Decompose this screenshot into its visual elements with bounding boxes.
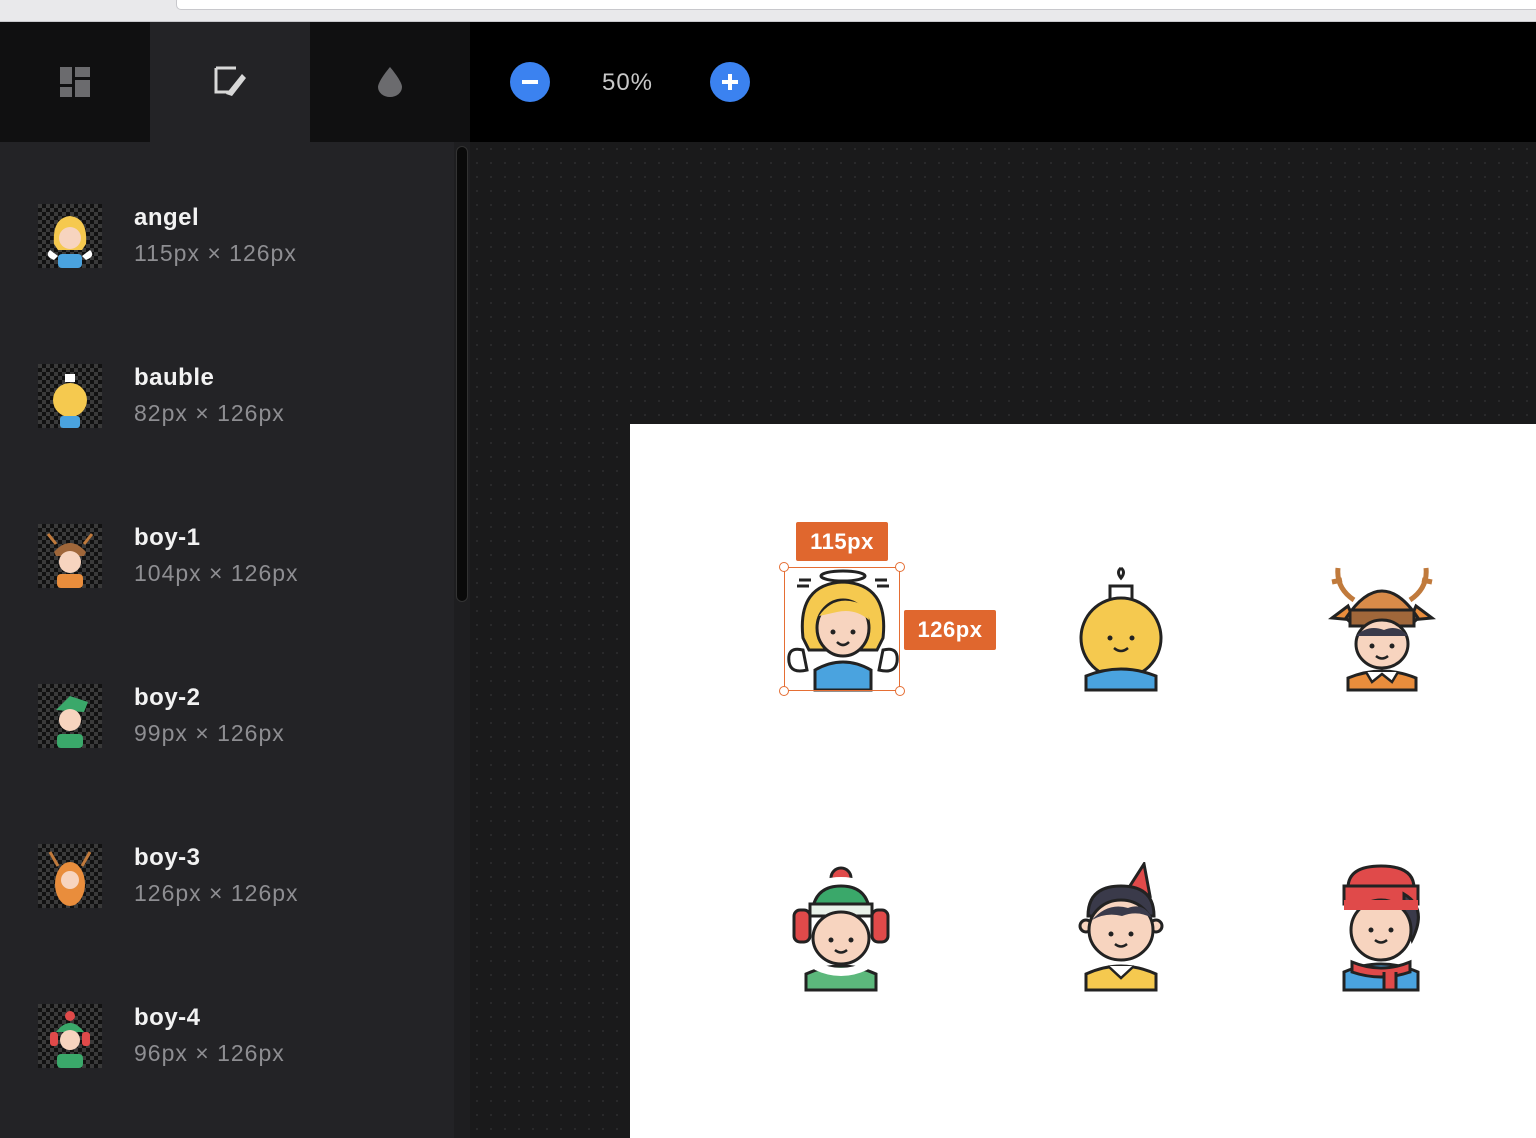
reindeer-costume-icon: [48, 851, 92, 906]
sprite-thumbnail: [38, 844, 102, 908]
artboard[interactable]: [630, 424, 1536, 1138]
party-hat-boy-sprite[interactable]: [1078, 862, 1164, 992]
sprite-size: 126px × 126px: [134, 880, 299, 906]
minus-icon: [522, 80, 538, 84]
width-label: 115px: [796, 522, 888, 561]
resize-handle[interactable]: [895, 562, 905, 572]
list-item[interactable]: angel 115px × 126px: [0, 156, 450, 316]
dashboard-icon: [60, 67, 90, 97]
sprite-name: boy-1: [134, 524, 201, 551]
browser-chrome: [0, 0, 1536, 22]
sprite-size: 99px × 126px: [134, 720, 285, 746]
elf-boy-icon: [56, 696, 88, 748]
list-item[interactable]: boy-1 104px × 126px: [0, 476, 450, 636]
panel-tabs: [0, 22, 470, 142]
height-label: 126px: [904, 610, 996, 650]
edit-icon: [214, 66, 246, 96]
resize-handle[interactable]: [779, 686, 789, 696]
winter-hat-boy-sprite[interactable]: [1338, 864, 1424, 992]
resize-handle[interactable]: [895, 686, 905, 696]
sprite-thumbnail: [38, 524, 102, 588]
bauble-icon: [53, 374, 87, 428]
bauble-sprite[interactable]: [1078, 566, 1164, 692]
zoom-in-button[interactable]: [710, 62, 750, 102]
sprite-size: 82px × 126px: [134, 400, 285, 426]
sprite-size: 115px × 126px: [134, 240, 297, 266]
sprite-name: boy-2: [134, 684, 201, 711]
address-bar[interactable]: [176, 0, 1536, 10]
selection-box[interactable]: [784, 567, 900, 691]
sprite-name: angel: [134, 204, 200, 231]
sprite-name: boy-4: [134, 1004, 201, 1031]
sprite-name: bauble: [134, 364, 215, 391]
angel-icon: [47, 216, 93, 268]
sprite-thumbnail: [38, 204, 102, 268]
list-item[interactable]: boy-3 126px × 126px: [0, 796, 450, 956]
sprite-size: 104px × 126px: [134, 560, 299, 586]
scrollbar[interactable]: [456, 146, 468, 602]
sprite-list: angel 115px × 126px bauble 82px × 126px …: [0, 142, 470, 1138]
reindeer-boy-icon: [46, 533, 94, 588]
earmuff-boy-icon: [50, 1011, 90, 1068]
sprite-name: boy-3: [134, 844, 201, 871]
earmuff-boy-sprite[interactable]: [790, 866, 892, 992]
tab-color[interactable]: [310, 22, 470, 142]
sprite-thumbnail: [38, 1004, 102, 1068]
tab-sprites[interactable]: [0, 22, 150, 142]
reindeer-boy-sprite[interactable]: [1328, 566, 1436, 692]
plus-icon: [722, 74, 738, 90]
zoom-level: 50%: [601, 69, 654, 96]
list-item[interactable]: boy-2 99px × 126px: [0, 636, 450, 796]
list-item[interactable]: bauble 82px × 126px: [0, 316, 450, 476]
zoom-out-button[interactable]: [510, 62, 550, 102]
toolbar: 50%: [470, 22, 1536, 142]
droplet-icon: [378, 67, 402, 97]
resize-handle[interactable]: [779, 562, 789, 572]
tab-edit[interactable]: [150, 22, 310, 142]
sprite-thumbnail: [38, 684, 102, 748]
list-item[interactable]: boy-4 96px × 126px: [0, 956, 450, 1116]
sprite-size: 96px × 126px: [134, 1040, 285, 1066]
sprite-thumbnail: [38, 364, 102, 428]
